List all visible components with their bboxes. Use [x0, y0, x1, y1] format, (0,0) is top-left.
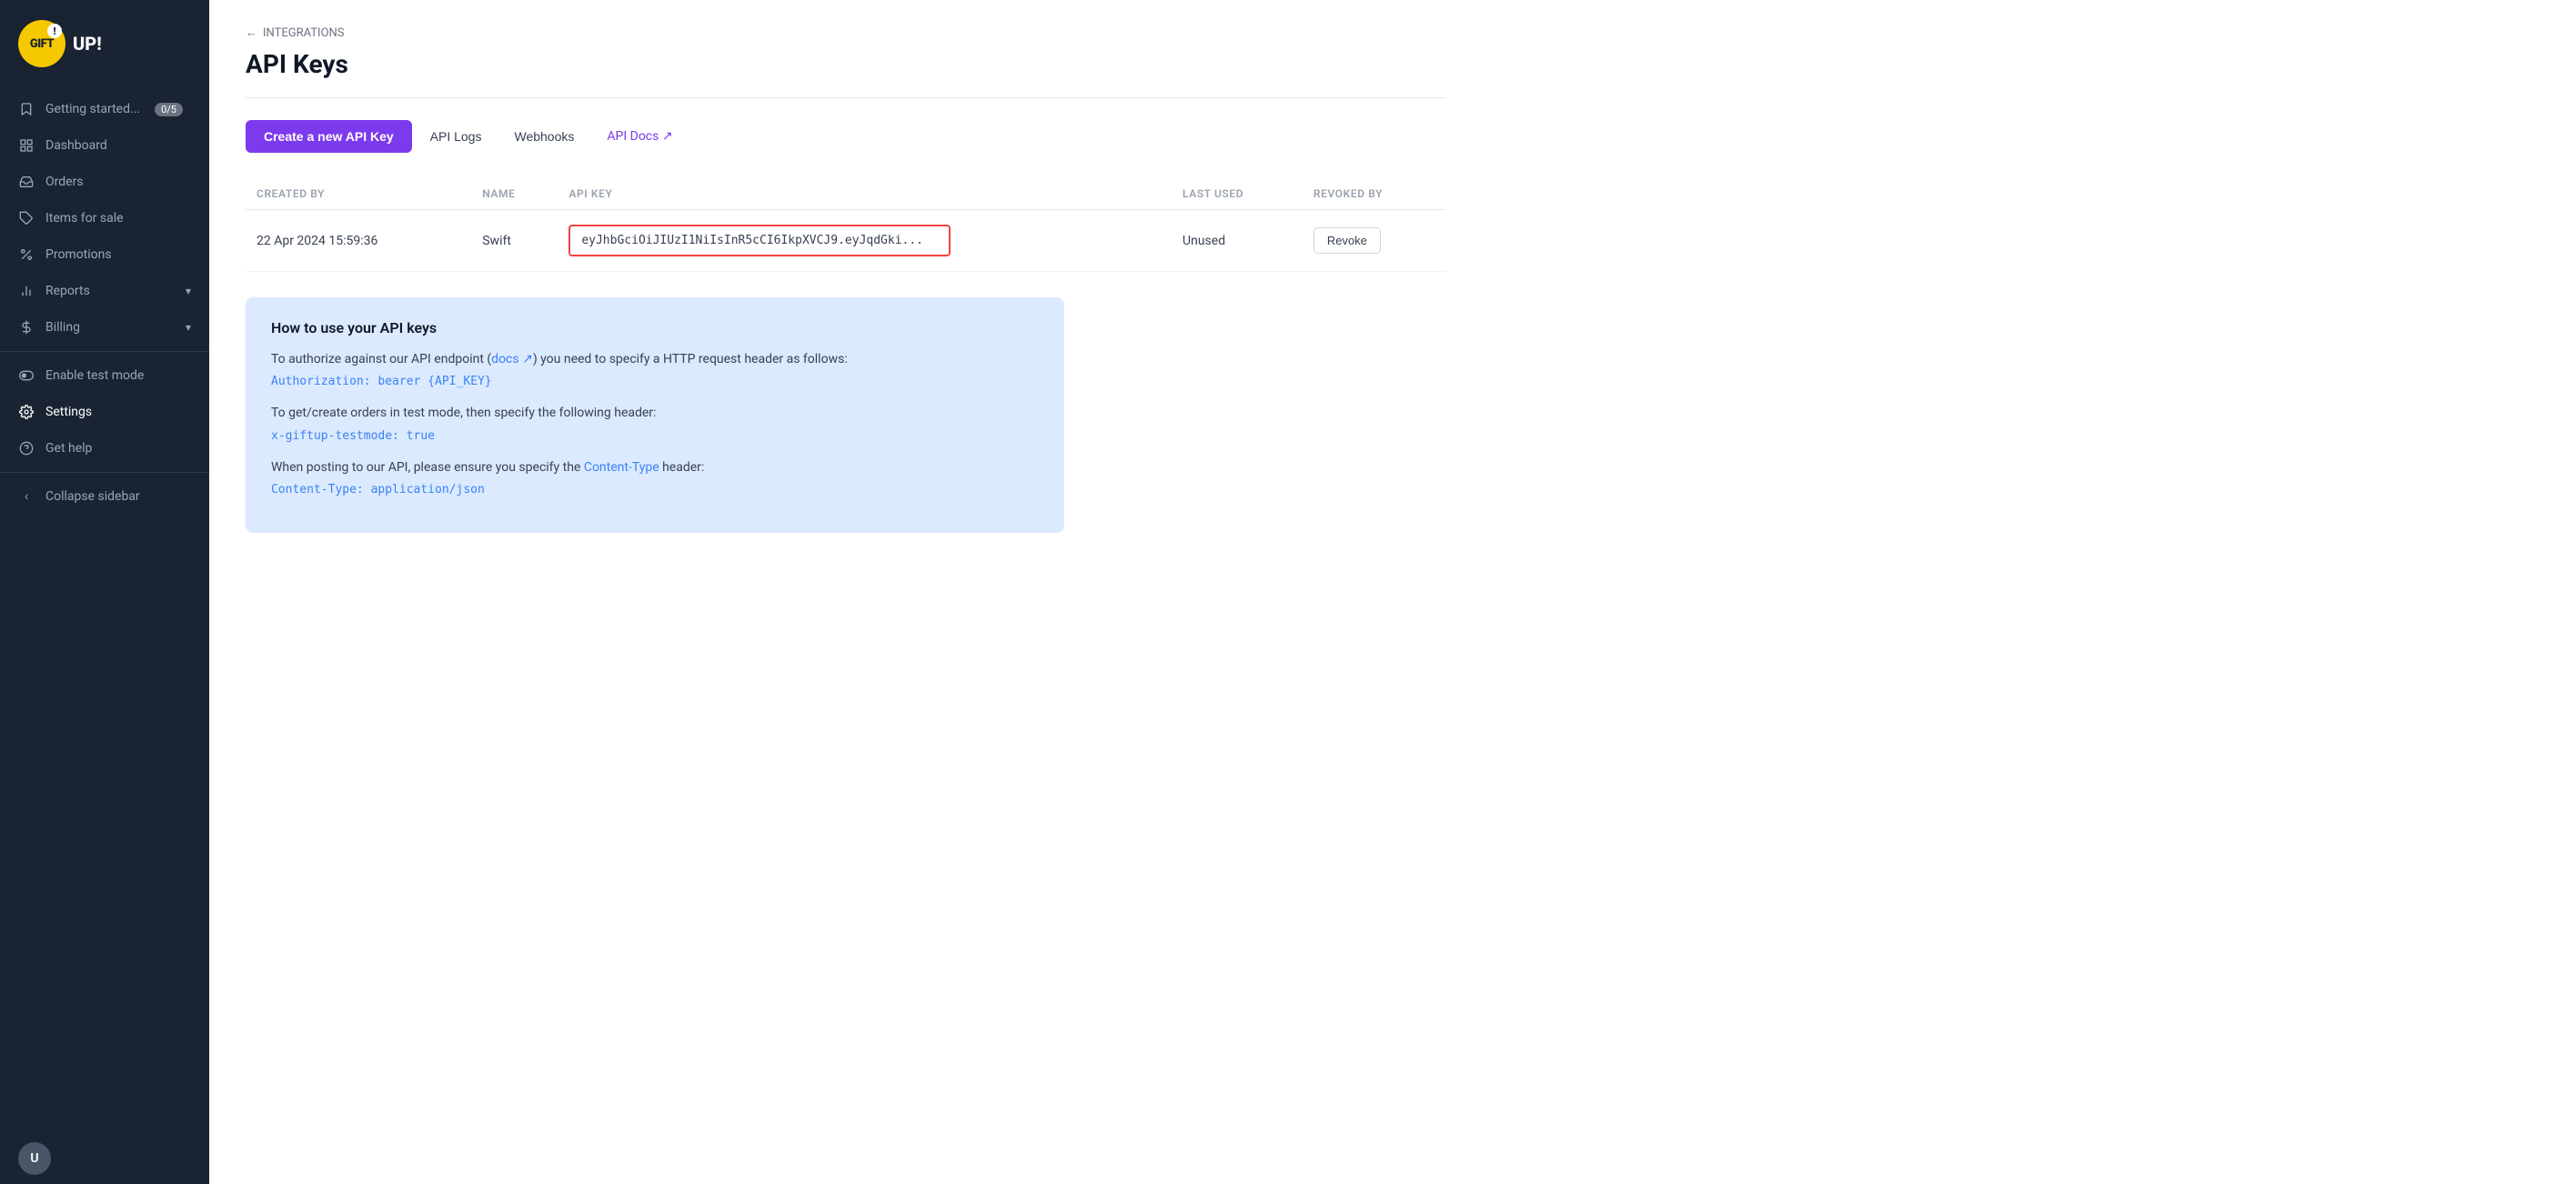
sidebar: GIFT ! UP! Getting started... 0/5 Dashbo…	[0, 0, 209, 1184]
sidebar-item-label: Get help	[45, 441, 92, 456]
breadcrumb: ← INTEGRATIONS	[246, 25, 1446, 40]
sidebar-item-get-help[interactable]: Get help	[0, 430, 209, 467]
cell-last-used: Unused	[1172, 210, 1303, 272]
info-text-after-3: header:	[659, 460, 705, 475]
sidebar-item-dashboard[interactable]: Dashboard	[0, 127, 209, 164]
collapse-label: Collapse sidebar	[45, 489, 140, 504]
sidebar-item-label: Enable test mode	[45, 368, 144, 383]
breadcrumb-arrow: ←	[246, 25, 257, 40]
dollar-icon	[18, 319, 35, 336]
api-info-box: How to use your API keys To authorize ag…	[246, 297, 1064, 533]
tab-create-api-key[interactable]: Create a new API Key	[246, 120, 412, 153]
tab-api-logs[interactable]: API Logs	[416, 120, 497, 153]
tab-bar: Create a new API Key API Logs Webhooks A…	[246, 120, 1446, 153]
logo-text: GIFT	[30, 37, 54, 51]
info-text-before-3: When posting to our API, please ensure y…	[271, 460, 584, 475]
tag-icon	[18, 210, 35, 226]
logo-exclaim: !	[47, 24, 62, 38]
code-block-1: Authorization: bearer {API_KEY}	[271, 375, 1039, 388]
cell-name: Swift	[471, 210, 558, 272]
bookmark-icon	[18, 101, 35, 117]
collapse-icon: ‹	[18, 488, 35, 505]
docs-link[interactable]: docs ↗	[491, 352, 533, 366]
logo-area: GIFT ! UP!	[0, 0, 209, 84]
sidebar-item-label: Settings	[45, 405, 92, 419]
sidebar-item-label: Promotions	[45, 247, 112, 262]
sidebar-item-label: Orders	[45, 175, 84, 189]
sidebar-nav: Getting started... 0/5 Dashboard Orders …	[0, 84, 209, 1133]
sidebar-item-promotions[interactable]: Promotions	[0, 236, 209, 273]
content-type-link[interactable]: Content-Type	[584, 460, 659, 475]
page-title: API Keys	[246, 49, 1446, 79]
main-content: ← INTEGRATIONS API Keys Create a new API…	[209, 0, 2576, 1184]
col-header-last-used: LAST USED	[1172, 178, 1303, 210]
api-keys-table: CREATED BY NAME API KEY LAST USED REVOKE…	[246, 178, 1446, 272]
col-header-created-by: CREATED BY	[246, 178, 471, 210]
sidebar-item-billing[interactable]: Billing ▾	[0, 309, 209, 346]
info-paragraph-3: When posting to our API, please ensure y…	[271, 457, 1039, 477]
revoke-button[interactable]: Revoke	[1313, 227, 1381, 254]
sidebar-item-settings[interactable]: Settings	[0, 394, 209, 430]
sidebar-item-label: Billing	[45, 320, 80, 335]
info-paragraph-1: To authorize against our API endpoint (d…	[271, 349, 1039, 369]
percent-icon	[18, 246, 35, 263]
col-header-revoked-by: REVOKED BY	[1303, 178, 1446, 210]
toggle-icon	[18, 367, 35, 384]
code-block-3: Content-Type: application/json	[271, 483, 1039, 497]
sidebar-item-enable-test-mode[interactable]: Enable test mode	[0, 357, 209, 394]
cell-api-key: eyJhbGciOiJIUzI1NiIsInR5cCI6IkpXVCJ9.eyJ…	[558, 210, 1172, 272]
cell-created-by: 22 Apr 2024 15:59:36	[246, 210, 471, 272]
help-circle-icon	[18, 440, 35, 457]
tab-webhooks[interactable]: Webhooks	[499, 120, 589, 153]
sidebar-item-label: Reports	[45, 284, 90, 298]
info-text-after: ) you need to specify a HTTP request hea…	[533, 352, 848, 366]
tab-api-docs[interactable]: API Docs ↗	[592, 120, 687, 153]
gear-icon	[18, 404, 35, 420]
sidebar-item-label: Dashboard	[45, 138, 107, 153]
code-block-2: x-giftup-testmode: true	[271, 429, 1039, 443]
info-box-title: How to use your API keys	[271, 319, 1039, 336]
page-divider	[246, 97, 1446, 98]
sidebar-item-label: Items for sale	[45, 211, 124, 226]
avatar: U	[18, 1142, 51, 1175]
progress-badge: 0/5	[155, 103, 183, 116]
logo-icon: GIFT !	[18, 20, 65, 67]
inbox-icon	[18, 174, 35, 190]
sidebar-item-getting-started[interactable]: Getting started... 0/5	[0, 91, 209, 127]
breadcrumb-parent: INTEGRATIONS	[263, 26, 345, 40]
col-header-name: NAME	[471, 178, 558, 210]
brand-name: UP!	[73, 33, 102, 55]
info-paragraph-2: To get/create orders in test mode, then …	[271, 403, 1039, 423]
sidebar-item-items-for-sale[interactable]: Items for sale	[0, 200, 209, 236]
col-header-api-key: API KEY	[558, 178, 1172, 210]
chevron-down-icon: ▾	[186, 321, 191, 334]
sidebar-item-orders[interactable]: Orders	[0, 164, 209, 200]
bar-chart-icon	[18, 283, 35, 299]
chevron-down-icon: ▾	[186, 285, 191, 297]
table-row: 22 Apr 2024 15:59:36 Swift eyJhbGciOiJIU…	[246, 210, 1446, 272]
sidebar-item-label: Getting started...	[45, 102, 140, 116]
sidebar-item-reports[interactable]: Reports ▾	[0, 273, 209, 309]
api-key-value[interactable]: eyJhbGciOiJIUzI1NiIsInR5cCI6IkpXVCJ9.eyJ…	[569, 225, 951, 256]
cell-revoked-by: Revoke	[1303, 210, 1446, 272]
info-text-before: To authorize against our API endpoint (	[271, 352, 491, 366]
user-avatar-area[interactable]: U	[0, 1133, 209, 1184]
grid-icon	[18, 137, 35, 154]
collapse-sidebar-button[interactable]: ‹ Collapse sidebar	[0, 478, 209, 515]
